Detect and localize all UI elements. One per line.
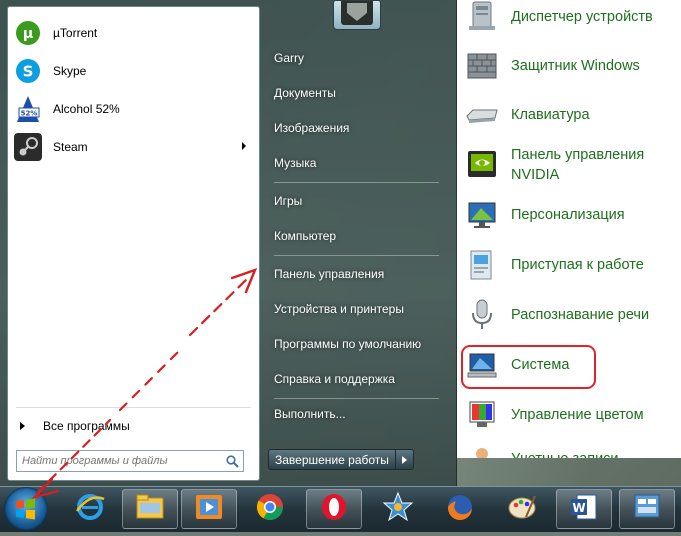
- right-item-computer[interactable]: Компьютер: [266, 223, 448, 249]
- cp-item-nvidia[interactable]: Панель управления NVIDIA: [463, 142, 678, 188]
- taskbar-star-app[interactable]: [370, 489, 426, 529]
- cp-item-windows-defender[interactable]: Защитник Windows: [463, 43, 678, 89]
- pinned-item-label: µTorrent: [53, 26, 98, 40]
- taskbar-media-player[interactable]: [181, 489, 237, 529]
- windows-defender-icon: [463, 47, 501, 85]
- paint-icon: [506, 491, 538, 528]
- control-panel-icon: [631, 491, 663, 528]
- pinned-item-skype[interactable]: S Skype: [12, 53, 256, 89]
- utorrent-icon: µ: [12, 17, 44, 49]
- svg-text:µ: µ: [23, 26, 33, 42]
- alcohol-icon: 52%: [12, 93, 44, 125]
- right-item-music[interactable]: Музыка: [266, 150, 448, 176]
- folder-icon: [134, 492, 166, 527]
- pinned-item-steam[interactable]: Steam: [12, 129, 256, 165]
- pinned-item-alcohol[interactable]: 52% Alcohol 52%: [12, 91, 256, 127]
- divider: [274, 182, 439, 183]
- search-icon[interactable]: [221, 451, 243, 471]
- cp-item-label: Распознавание речи: [511, 307, 650, 323]
- chrome-icon: [254, 491, 286, 528]
- right-item-run[interactable]: Выполнить...: [266, 401, 448, 427]
- taskbar-ie[interactable]: [62, 489, 118, 529]
- right-item-user[interactable]: Garry: [266, 45, 448, 71]
- taskbar-chrome[interactable]: [242, 489, 298, 529]
- windows-logo-icon: [16, 498, 35, 520]
- svg-text:W: W: [572, 501, 585, 515]
- cp-item-color-management[interactable]: Управление цветом: [463, 392, 678, 438]
- shutdown-options-button[interactable]: [395, 449, 414, 470]
- arrow-right-icon: [20, 422, 25, 430]
- shutdown-group: Завершение работы: [268, 449, 414, 470]
- all-programs-label: Все программы: [43, 419, 130, 433]
- right-item-default-programs[interactable]: Программы по умолчанию: [266, 331, 448, 357]
- word-icon: W: [568, 491, 600, 528]
- personalization-icon: [463, 196, 501, 234]
- cp-item-label: Управление цветом: [511, 407, 644, 423]
- taskbar-explorer[interactable]: [122, 489, 178, 529]
- submenu-arrow-icon: [242, 142, 246, 150]
- right-item-games[interactable]: Игры: [266, 188, 448, 214]
- start-menu-left-pane: µ µTorrent S Skype 52% Alcohol 52% Steam…: [7, 6, 260, 481]
- cp-item-label: Персонализация: [511, 207, 625, 223]
- user-accounts-icon: [463, 440, 501, 458]
- cp-item-device-manager[interactable]: Диспетчер устройств: [463, 0, 678, 40]
- nvidia-icon: [463, 146, 501, 184]
- cp-item-personalization[interactable]: Персонализация: [463, 192, 678, 238]
- right-item-devices[interactable]: Устройства и принтеры: [266, 296, 448, 322]
- start-menu: µ µTorrent S Skype 52% Alcohol 52% Steam…: [0, 0, 457, 486]
- pinned-item-label: Alcohol 52%: [53, 102, 120, 116]
- taskbar-opera[interactable]: [306, 489, 362, 529]
- user-picture[interactable]: [333, 0, 381, 30]
- pinned-item-label: Steam: [53, 140, 88, 154]
- cp-item-label: Учетные записи: [511, 449, 619, 458]
- divider: [274, 255, 439, 256]
- star-app-icon: [382, 491, 414, 528]
- taskbar-control-panel[interactable]: [619, 489, 675, 529]
- firefox-icon: [444, 491, 476, 528]
- keyboard-icon: [463, 96, 501, 134]
- arrow-right-icon: [401, 455, 407, 464]
- cp-item-label: Панель управления NVIDIA: [511, 147, 645, 183]
- start-button[interactable]: [4, 487, 48, 531]
- search-input[interactable]: [17, 454, 221, 468]
- cp-item-keyboard[interactable]: Клавиатура: [463, 92, 678, 138]
- svg-text:52%: 52%: [21, 110, 38, 118]
- taskbar-paint[interactable]: [494, 489, 550, 529]
- media-player-icon: [193, 492, 225, 527]
- divider: [274, 398, 439, 399]
- svg-text:S: S: [23, 63, 34, 81]
- taskbar-word[interactable]: W: [556, 489, 612, 529]
- cp-item-label: Клавиатура: [511, 107, 590, 123]
- pinned-item-utorrent[interactable]: µ µTorrent: [12, 15, 256, 51]
- right-item-pictures[interactable]: Изображения: [266, 115, 448, 141]
- getting-started-icon: [463, 246, 501, 284]
- ie-icon: [74, 491, 106, 528]
- right-item-control-panel[interactable]: Панель управления: [266, 261, 448, 287]
- taskbar-firefox[interactable]: [432, 489, 488, 529]
- cp-item-label: Защитник Windows: [511, 58, 640, 74]
- right-item-documents[interactable]: Документы: [266, 80, 448, 106]
- cp-item-speech-recognition[interactable]: Распознавание речи: [463, 292, 678, 338]
- pinned-item-label: Skype: [53, 64, 87, 78]
- skype-icon: S: [12, 55, 44, 87]
- annotation-highlight: [461, 345, 596, 389]
- all-programs-button[interactable]: Все программы: [18, 415, 248, 437]
- search-box: [16, 450, 244, 472]
- microphone-icon: [463, 296, 501, 334]
- steam-icon: [12, 131, 44, 163]
- divider: [16, 407, 251, 408]
- cp-item-label: Диспетчер устройств: [511, 9, 653, 25]
- color-management-icon: [463, 396, 501, 434]
- shutdown-button[interactable]: Завершение работы: [268, 449, 396, 470]
- cp-item-getting-started[interactable]: Приступая к работе: [463, 242, 678, 288]
- cp-item-user-accounts[interactable]: Учетные записи: [463, 436, 678, 458]
- opera-icon: [318, 491, 350, 528]
- device-manager-icon: [463, 0, 501, 36]
- control-panel-submenu: Диспетчер устройств Защитник Windows Кла…: [457, 0, 681, 458]
- right-item-help[interactable]: Справка и поддержка: [266, 366, 448, 392]
- cp-item-label: Приступая к работе: [511, 257, 644, 273]
